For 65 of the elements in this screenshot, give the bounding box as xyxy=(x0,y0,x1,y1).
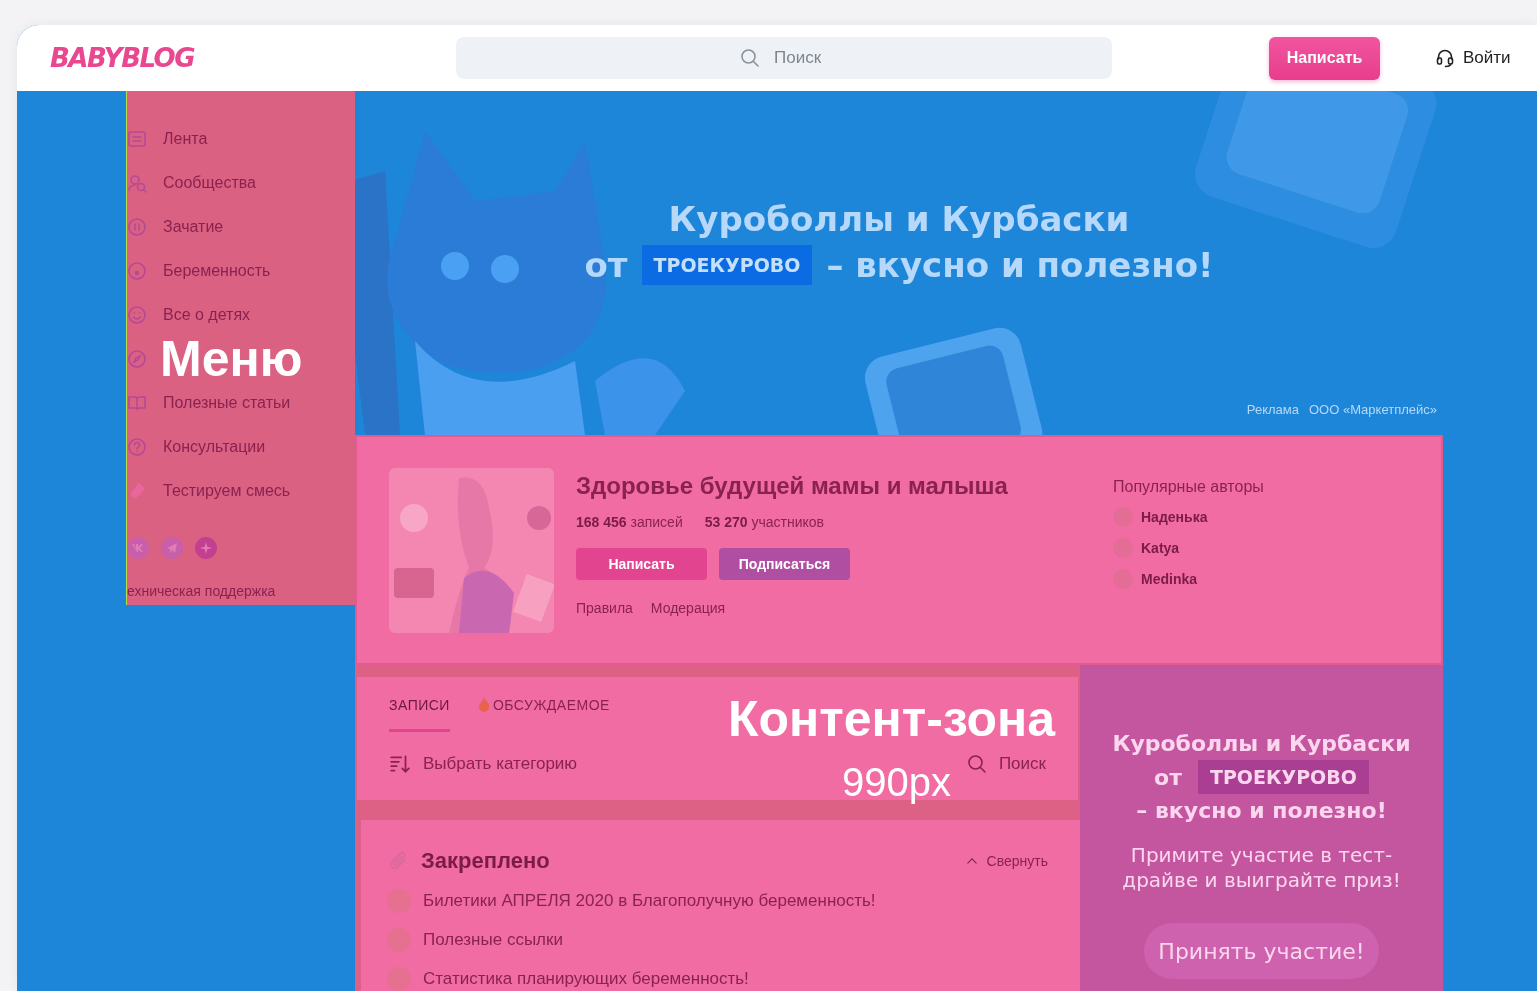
write-button[interactable]: Написать xyxy=(576,548,707,580)
post-link[interactable]: Полезные ссылки xyxy=(423,930,563,950)
search-icon xyxy=(966,754,987,774)
size-label: 990px xyxy=(842,760,951,805)
ad-description: Примите участие в тест-драйве и выиграйте приз! xyxy=(1121,843,1402,893)
menu-item[interactable]: Сообщества xyxy=(127,161,355,205)
menu-item[interactable]: Тестируем смесь xyxy=(127,469,355,513)
brand-logo: ТРОЕКУРОВО xyxy=(641,245,813,285)
brand-logo: ТРОЕКУРОВО xyxy=(1197,760,1369,794)
book-icon xyxy=(127,393,147,413)
ad-text: – вкусно и полезно! xyxy=(1136,798,1387,823)
write-button[interactable]: Написать xyxy=(1269,36,1380,80)
logo[interactable]: BABYBLOG xyxy=(50,43,456,73)
search-field[interactable]: Поиск xyxy=(456,37,1112,79)
community-title: Здоровье будущей мамы и малыша xyxy=(576,472,1009,500)
stat-text: 168 456 записей xyxy=(576,514,683,530)
ad-text: от xyxy=(1154,764,1182,790)
sort-icon xyxy=(389,753,411,775)
ad-label: Реклама xyxy=(1246,402,1299,417)
ad-headline: Куроболлы и Курбаски xyxy=(668,199,1130,239)
menu-item[interactable]: Лента xyxy=(127,117,355,161)
post-link[interactable]: Билетики АПРЕЛЯ 2020 в Благополучную беременность! xyxy=(423,891,876,911)
headset-icon xyxy=(1435,48,1455,68)
zone-label: Меню xyxy=(160,337,303,381)
search-icon xyxy=(740,48,760,68)
menu-item[interactable]: Беременность xyxy=(127,249,355,293)
pause-icon xyxy=(127,217,147,237)
smiley-icon xyxy=(127,305,147,325)
author-name[interactable]: Medinka xyxy=(1141,571,1197,587)
paper-plane-icon[interactable] xyxy=(161,537,183,559)
vk-icon[interactable] xyxy=(127,537,149,559)
tab[interactable]: ЗАПИСИ xyxy=(389,697,450,732)
participate-button[interactable]: Принять участие! xyxy=(1144,923,1379,979)
tab[interactable]: ОБСУЖДАЕМОЕ xyxy=(477,697,610,732)
stat-text: 53 270 участников xyxy=(704,514,824,530)
post-link[interactable]: Статистика планирующих беременность! xyxy=(423,969,749,989)
menu-item[interactable]: Все о детях xyxy=(127,293,355,337)
author-name[interactable]: Katya xyxy=(1141,540,1180,556)
section-title: Закреплено xyxy=(421,848,550,874)
login-button[interactable]: Войти xyxy=(1435,48,1511,68)
menu-item[interactable]: Консультации xyxy=(127,425,355,469)
menu-item[interactable]: Полезные статьи xyxy=(127,381,355,425)
section-title: Популярные авторы xyxy=(1113,478,1264,496)
ad-text: – вкусно и полезно! xyxy=(826,245,1214,285)
menu-item[interactable]: Зачатие xyxy=(127,205,355,249)
ad-headline: Куроболлы и Курбаски xyxy=(1112,731,1411,756)
zone-label: Контент-зона xyxy=(728,697,1056,741)
ad-text: от xyxy=(584,245,628,285)
flame-icon xyxy=(477,697,490,712)
paperclip-icon xyxy=(387,850,409,872)
dot-circle-icon xyxy=(127,261,147,281)
people-icon xyxy=(127,173,147,193)
advertiser-name: ООО «Маркетплейс» xyxy=(1308,402,1437,417)
collapse-button[interactable]: Свернуть xyxy=(964,853,1048,869)
support-link[interactable]: ехническая поддержка xyxy=(127,583,355,599)
search-button[interactable]: Поиск xyxy=(966,754,1046,774)
list-icon xyxy=(127,129,147,149)
question-icon xyxy=(127,437,147,457)
author-name[interactable]: Наденька xyxy=(1141,509,1208,525)
sparkle-icon[interactable] xyxy=(195,537,217,559)
compass-icon xyxy=(127,349,147,369)
category-filter[interactable]: Выбрать категорию xyxy=(389,753,578,775)
community-link[interactable]: Модерация xyxy=(650,600,726,616)
subscribe-button[interactable]: Подписаться xyxy=(719,548,850,580)
community-link[interactable]: Правила xyxy=(576,600,633,616)
